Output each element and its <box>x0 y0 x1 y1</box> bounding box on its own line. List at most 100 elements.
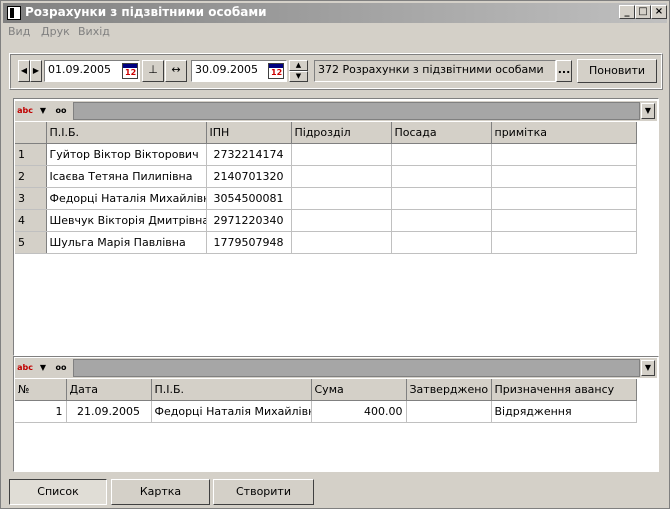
persons-grid-toolbar: abc ▼ oo ▼ <box>15 101 657 121</box>
filter-icon[interactable]: ▼ <box>35 360 51 376</box>
persons-table: П.І.Б. ІПН Підрозділ Посада примітка 1 Гу… <box>15 122 637 254</box>
col-header-ipn[interactable]: ІПН <box>206 122 292 144</box>
menu-view[interactable]: Вид <box>8 25 30 38</box>
abc-sort-icon[interactable]: abc <box>17 103 33 119</box>
card-tab-button[interactable]: Картка <box>111 479 210 505</box>
table-row[interactable]: 5 Шульга Марія Павлівна 1779507948 <box>15 231 637 254</box>
col-header-number[interactable]: № <box>15 379 67 401</box>
advances-grid-toolbar: abc ▼ oo ▼ <box>15 358 657 378</box>
row-number[interactable]: 5 <box>15 231 47 254</box>
close-button[interactable]: × <box>651 5 667 19</box>
cell-dept[interactable] <box>291 209 392 232</box>
cell-dept[interactable] <box>291 231 392 254</box>
cell-note[interactable] <box>491 165 637 188</box>
cell-position[interactable] <box>391 143 492 166</box>
cell-ipn[interactable]: 3054500081 <box>206 187 292 210</box>
grid-search-bar[interactable] <box>73 359 640 377</box>
cell-sum[interactable]: 400.00 <box>311 400 407 423</box>
table-row[interactable]: 1 Гуйтор Віктор Вікторович 2732214174 <box>15 143 637 166</box>
cell-date[interactable]: 21.09.2005 <box>66 400 152 423</box>
calendar-from-icon[interactable]: 12 <box>122 63 138 79</box>
grid-search-bar[interactable] <box>73 102 640 120</box>
row-number[interactable]: 1 <box>15 143 47 166</box>
cell-dept[interactable] <box>291 143 392 166</box>
cell-number[interactable]: 1 <box>15 400 67 423</box>
advances-header-row: № Дата П.І.Б. Сума Затверджено Призначен… <box>15 379 637 401</box>
filter-icon[interactable]: ▼ <box>35 103 51 119</box>
cell-ipn[interactable]: 2971220340 <box>206 209 292 232</box>
cell-dept[interactable] <box>291 187 392 210</box>
glasses-icon[interactable]: oo <box>53 360 69 376</box>
cell-ipn[interactable]: 2140701320 <box>206 165 292 188</box>
col-header-name[interactable]: П.І.Б. <box>151 379 312 401</box>
cell-position[interactable] <box>391 165 492 188</box>
cell-position[interactable] <box>391 209 492 232</box>
period-range-button[interactable]: ↔ <box>165 60 187 82</box>
col-header-purpose[interactable]: Призначення авансу <box>491 379 637 401</box>
persons-header-row: П.І.Б. ІПН Підрозділ Посада примітка <box>15 122 637 144</box>
calendar-to-icon[interactable]: 12 <box>268 63 284 79</box>
cell-note[interactable] <box>491 143 637 166</box>
next-period-button[interactable]: ▶ <box>30 60 42 82</box>
cell-position[interactable] <box>391 187 492 210</box>
range-arrows-icon: ↔ <box>171 63 181 76</box>
advances-table: № Дата П.І.Б. Сума Затверджено Призначен… <box>15 379 637 423</box>
cell-ipn[interactable]: 1779507948 <box>206 231 292 254</box>
period-start-icon: ⊥ <box>148 63 158 76</box>
create-button[interactable]: Створити <box>213 479 314 505</box>
grid-dropdown-button[interactable]: ▼ <box>641 103 655 119</box>
col-header-name[interactable]: П.І.Б. <box>46 122 207 144</box>
cell-name[interactable]: Федорці Наталія Михайлівна <box>151 400 312 423</box>
browse-account-button[interactable]: ... <box>556 60 572 82</box>
col-header-note[interactable]: примітка <box>491 122 637 144</box>
table-row[interactable]: 2 Ісаєва Тетяна Пилипівна 2140701320 <box>15 165 637 188</box>
refresh-button[interactable]: Поновити <box>577 59 657 83</box>
table-row[interactable]: 4 Шевчук Вікторія Дмитрівна 2971220340 <box>15 209 637 232</box>
glasses-icon[interactable]: oo <box>53 103 69 119</box>
cell-name[interactable]: Шевчук Вікторія Дмитрівна <box>46 209 207 232</box>
col-header-approved[interactable]: Затверджено <box>406 379 492 401</box>
prev-period-button[interactable]: ◀ <box>18 60 30 82</box>
cell-note[interactable] <box>491 209 637 232</box>
account-field[interactable]: 372 Розрахунки з підзвітними особами <box>314 60 556 82</box>
col-header-position[interactable]: Посада <box>391 122 492 144</box>
row-number[interactable]: 3 <box>15 187 47 210</box>
arrow-right-icon: ▶ <box>32 66 40 75</box>
minimize-button[interactable]: _ <box>619 5 635 19</box>
row-number[interactable]: 4 <box>15 209 47 232</box>
period-start-button[interactable]: ⊥ <box>142 60 164 82</box>
cell-note[interactable] <box>491 231 637 254</box>
spin-down-icon: ▼ <box>295 72 302 80</box>
cell-ipn[interactable]: 2732214174 <box>206 143 292 166</box>
cell-note[interactable] <box>491 187 637 210</box>
maximize-button[interactable]: □ <box>635 5 651 19</box>
menu-exit[interactable]: Вихід <box>78 25 110 38</box>
cell-name[interactable]: Федорці Наталія Михайлівна <box>46 187 207 210</box>
list-tab-button[interactable]: Список <box>9 479 107 505</box>
col-header-dept[interactable]: Підрозділ <box>291 122 392 144</box>
table-row[interactable]: 3 Федорці Наталія Михайлівна 3054500081 <box>15 187 637 210</box>
app-icon <box>7 6 21 20</box>
row-number[interactable]: 2 <box>15 165 47 188</box>
abc-sort-icon[interactable]: abc <box>17 360 33 376</box>
main-window: Розрахунки з підзвітними особами _ □ × В… <box>0 0 670 509</box>
grid-dropdown-button[interactable]: ▼ <box>641 360 655 376</box>
spin-down-button[interactable]: ▼ <box>289 71 308 82</box>
cell-name[interactable]: Гуйтор Віктор Вікторович <box>46 143 207 166</box>
cell-name[interactable]: Ісаєва Тетяна Пилипівна <box>46 165 207 188</box>
cell-dept[interactable] <box>291 165 392 188</box>
row-number-header <box>15 122 47 144</box>
menu-print[interactable]: Друк <box>41 25 70 38</box>
col-header-date[interactable]: Дата <box>66 379 152 401</box>
arrow-left-icon: ◀ <box>20 66 28 75</box>
col-header-sum[interactable]: Сума <box>311 379 407 401</box>
spin-up-button[interactable]: ▲ <box>289 60 308 71</box>
cell-name[interactable]: Шульга Марія Павлівна <box>46 231 207 254</box>
spin-up-icon: ▲ <box>295 61 302 69</box>
title-bar: Розрахунки з підзвітними особами _ □ × <box>3 3 667 23</box>
cell-approved[interactable] <box>406 400 492 423</box>
cell-purpose[interactable]: Відрядження <box>491 400 637 423</box>
window-title: Розрахунки з підзвітними особами <box>25 5 267 19</box>
table-row[interactable]: 1 21.09.2005 Федорці Наталія Михайлівна 400… <box>15 400 637 423</box>
cell-position[interactable] <box>391 231 492 254</box>
